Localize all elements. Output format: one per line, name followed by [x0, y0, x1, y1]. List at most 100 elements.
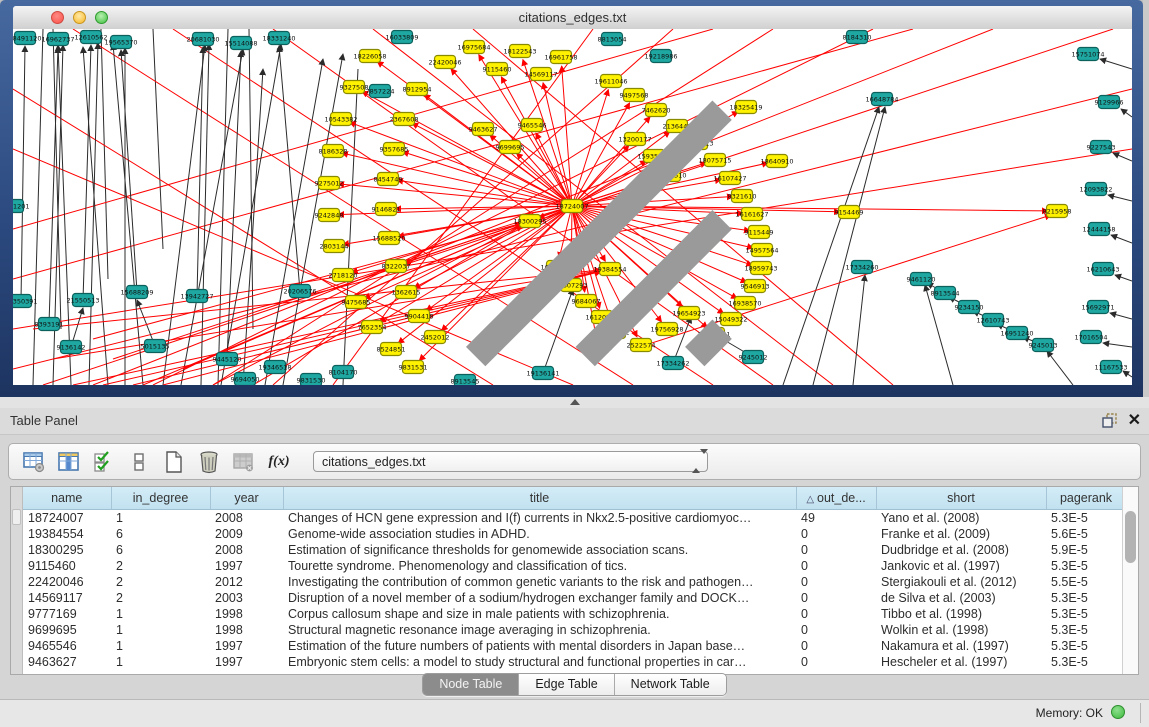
table-cell[interactable]: Wolkin et al. (1998)	[876, 622, 1046, 638]
table-cell[interactable]: Jankovic et al. (1997)	[876, 558, 1046, 574]
table-cell[interactable]: 5.9E-5	[1046, 542, 1122, 558]
table-cell[interactable]: 0	[796, 606, 876, 622]
table-cell[interactable]: 5.3E-5	[1046, 654, 1122, 670]
table-cell[interactable]: 1997	[210, 558, 283, 574]
table-row[interactable]: 1938455462009Genome-wide association stu…	[23, 526, 1122, 542]
table-cell[interactable]: 0	[796, 654, 876, 670]
table-row[interactable]: 946362711997Embryonic stem cells: a mode…	[23, 654, 1122, 670]
table-cell[interactable]: Embryonic stem cells: a model to study s…	[283, 654, 796, 670]
table-cell[interactable]: 14569117	[23, 590, 111, 606]
show-columns-button[interactable]	[56, 449, 82, 475]
table-row[interactable]: 1872400712008Changes of HCN gene express…	[23, 510, 1122, 527]
new-column-button[interactable]	[161, 449, 187, 475]
table-cell[interactable]: 1997	[210, 654, 283, 670]
table-cell[interactable]: 9777169	[23, 606, 111, 622]
table-cell[interactable]: Disruption of a novel member of a sodium…	[283, 590, 796, 606]
table-cell[interactable]: 2008	[210, 542, 283, 558]
table-cell[interactable]: 5.6E-5	[1046, 526, 1122, 542]
table-cell[interactable]: 2	[111, 558, 210, 574]
table-cell[interactable]: 6	[111, 526, 210, 542]
delete-table-button[interactable]	[231, 449, 257, 475]
tab-node-table[interactable]: Node Table	[423, 674, 519, 695]
table-cell[interactable]: 2009	[210, 526, 283, 542]
table-cell[interactable]: 1	[111, 638, 210, 654]
table-selector-dropdown[interactable]: citations_edges.txt	[313, 451, 708, 472]
table-row[interactable]: 1830029562008Estimation of significance …	[23, 542, 1122, 558]
table-row[interactable]: 946554611997Estimation of the future num…	[23, 638, 1122, 654]
column-header-in_degree[interactable]: in_degree	[111, 487, 210, 510]
table-cell[interactable]: 22420046	[23, 574, 111, 590]
delete-column-button[interactable]	[196, 449, 222, 475]
table-mode-button[interactable]	[21, 449, 47, 475]
network-window-titlebar[interactable]: citations_edges.txt	[13, 6, 1132, 30]
table-cell[interactable]: 2003	[210, 590, 283, 606]
table-cell[interactable]: 0	[796, 574, 876, 590]
table-cell[interactable]: 1	[111, 654, 210, 670]
table-cell[interactable]: 9465546	[23, 638, 111, 654]
table-cell[interactable]: de Silva et al. (2003)	[876, 590, 1046, 606]
table-cell[interactable]: Nakamura et al. (1997)	[876, 638, 1046, 654]
table-cell[interactable]: 1	[111, 622, 210, 638]
column-header-year[interactable]: year	[210, 487, 283, 510]
table-cell[interactable]: 6	[111, 542, 210, 558]
column-header-short[interactable]: short	[876, 487, 1046, 510]
table-cell[interactable]: 2	[111, 590, 210, 606]
table-cell[interactable]: 9463627	[23, 654, 111, 670]
table-cell[interactable]: 1	[111, 606, 210, 622]
table-row[interactable]: 977716911998Corpus callosum shape and si…	[23, 606, 1122, 622]
network-window[interactable]: citations_edges.txt 18724007182260589327…	[0, 0, 1143, 397]
table-cell[interactable]: 2012	[210, 574, 283, 590]
close-panel-icon[interactable]: ✕	[1128, 412, 1141, 429]
table-cell[interactable]: Franke et al. (2009)	[876, 526, 1046, 542]
table-cell[interactable]: 9115460	[23, 558, 111, 574]
table-cell[interactable]: Corpus callosum shape and size in male p…	[283, 606, 796, 622]
table-cell[interactable]: 1998	[210, 622, 283, 638]
table-cell[interactable]: Tourette syndrome. Phenomenology and cla…	[283, 558, 796, 574]
table-cell[interactable]: 5.3E-5	[1046, 590, 1122, 606]
table-cell[interactable]: 5.3E-5	[1046, 606, 1122, 622]
clear-column-selection-button[interactable]	[126, 449, 152, 475]
table-cell[interactable]: Changes of HCN gene expression and I(f) …	[283, 510, 796, 527]
table-cell[interactable]: 0	[796, 638, 876, 654]
tab-network-table[interactable]: Network Table	[615, 674, 726, 695]
table-cell[interactable]: 49	[796, 510, 876, 527]
scrollbar-thumb[interactable]	[1125, 511, 1136, 563]
float-panel-icon[interactable]	[1101, 412, 1118, 429]
table-cell[interactable]: 1998	[210, 606, 283, 622]
column-header-out_de[interactable]: △out_de...	[796, 487, 876, 510]
table-cell[interactable]: 5.3E-5	[1046, 638, 1122, 654]
table-cell[interactable]: Genome-wide association studies in ADHD.	[283, 526, 796, 542]
table-cell[interactable]: 0	[796, 558, 876, 574]
table-vertical-scrollbar[interactable]	[1122, 487, 1138, 674]
table-cell[interactable]: 0	[796, 590, 876, 606]
table-cell[interactable]: 18724007	[23, 510, 111, 527]
table-cell[interactable]: 2008	[210, 510, 283, 527]
table-cell[interactable]: 1	[111, 510, 210, 527]
resize-grip[interactable]	[13, 28, 1131, 384]
table-cell[interactable]: 0	[796, 526, 876, 542]
panel-splitter[interactable]	[0, 397, 1149, 408]
memory-status-indicator-icon[interactable]	[1111, 705, 1125, 719]
column-header-title[interactable]: title	[283, 487, 796, 510]
table-row[interactable]: 911546021997Tourette syndrome. Phenomeno…	[23, 558, 1122, 574]
table-cell[interactable]: Investigating the contribution of common…	[283, 574, 796, 590]
function-builder-button[interactable]: f(x)	[266, 449, 292, 475]
column-header-pagerank[interactable]: pagerank	[1046, 487, 1122, 510]
table-cell[interactable]: Stergiakouli et al. (2012)	[876, 574, 1046, 590]
table-cell[interactable]: 0	[796, 542, 876, 558]
select-all-columns-button[interactable]	[91, 449, 117, 475]
table-cell[interactable]: Tibbo et al. (1998)	[876, 606, 1046, 622]
table-cell[interactable]: 2	[111, 574, 210, 590]
table-row[interactable]: 969969511998Structural magnetic resonanc…	[23, 622, 1122, 638]
table-cell[interactable]: Estimation of significance thresholds fo…	[283, 542, 796, 558]
table-cell[interactable]: 19384554	[23, 526, 111, 542]
table-cell[interactable]: Hescheler et al. (1997)	[876, 654, 1046, 670]
table-cell[interactable]: 1997	[210, 638, 283, 654]
table-cell[interactable]: 5.3E-5	[1046, 510, 1122, 527]
column-header-name[interactable]: name	[23, 487, 111, 510]
table-cell[interactable]: Estimation of the future numbers of pati…	[283, 638, 796, 654]
table-row[interactable]: 2242004622012Investigating the contribut…	[23, 574, 1122, 590]
table-cell[interactable]: 5.5E-5	[1046, 574, 1122, 590]
network-canvas[interactable]: 1872400718226058932750810543382818632892…	[13, 29, 1132, 385]
table-cell[interactable]: 18300295	[23, 542, 111, 558]
